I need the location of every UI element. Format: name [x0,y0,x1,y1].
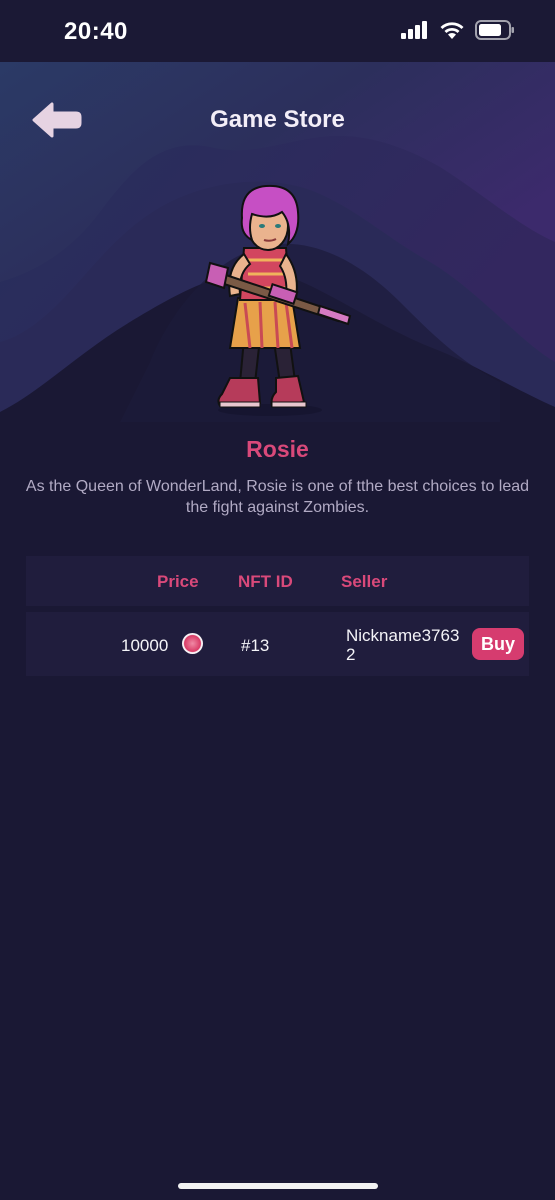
token-coin-icon [182,633,203,654]
character-illustration [204,184,352,416]
status-icons [401,20,515,40]
column-header-seller: Seller [341,572,388,591]
listing-table-header: Price NFT ID Seller [26,556,529,606]
home-indicator [178,1183,378,1189]
page-title: Game Store [210,106,345,133]
status-time: 20:40 [64,18,128,45]
column-header-price: Price [157,572,199,591]
seller-name: Nickname37632 [346,626,460,664]
buy-button[interactable]: Buy [472,628,524,660]
wifi-icon [440,22,464,39]
status-bar: 20:40 [0,0,555,62]
battery-icon [475,20,514,40]
nft-id-value: #13 [241,636,270,655]
character-name: Rosie [246,436,309,462]
character-description: As the Queen of WonderLand, Rosie is one… [25,478,530,516]
column-header-nft-id: NFT ID [238,572,293,591]
price-value: 10000 [121,636,169,655]
cellular-signal-icon [401,21,427,39]
listing-row: 10000 #13 Nickname37632 Buy [26,612,529,676]
